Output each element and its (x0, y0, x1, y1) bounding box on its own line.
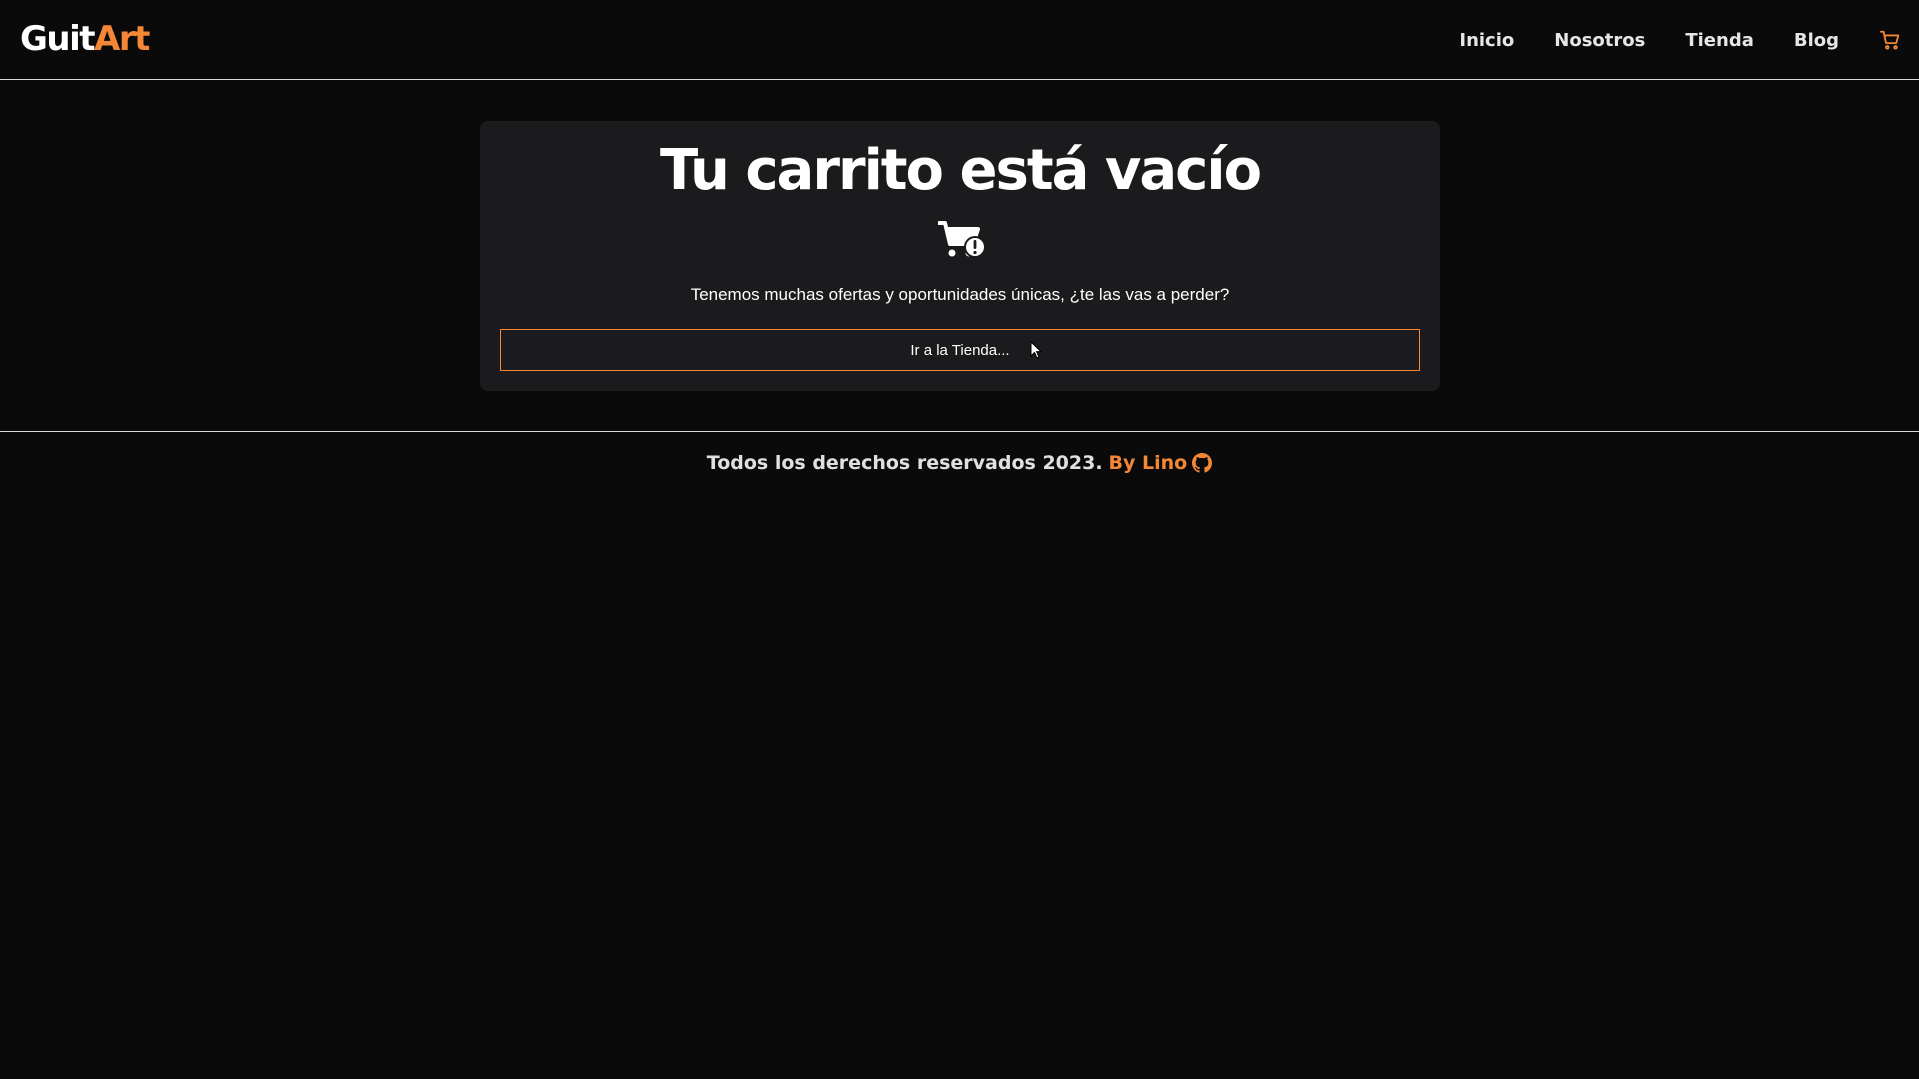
author-link[interactable]: By Lino (1109, 452, 1188, 474)
footer-text: Todos los derechos reservados 2023. By L… (0, 452, 1919, 474)
site-footer: Todos los derechos reservados 2023. By L… (0, 431, 1919, 491)
logo-text-art: Art (94, 19, 150, 59)
github-icon[interactable] (1192, 453, 1213, 473)
main-nav: Inicio Nosotros Tienda Blog (1459, 0, 1919, 80)
mouse-pointer-icon (1030, 341, 1042, 359)
copyright-text: Todos los derechos reservados 2023. (706, 452, 1103, 474)
cart-warning-icon (938, 221, 986, 258)
empty-cart-card: Tu carrito está vacío Tenemos muchas ofe… (480, 121, 1440, 391)
go-to-shop-button[interactable]: Ir a la Tienda... (500, 329, 1420, 371)
go-to-shop-label: Ir a la Tienda... (910, 341, 1010, 359)
nav-link-blog[interactable]: Blog (1794, 30, 1839, 51)
nav-link-tienda[interactable]: Tienda (1685, 30, 1754, 51)
nav-link-inicio[interactable]: Inicio (1459, 30, 1514, 51)
logo[interactable]: GuitArt (20, 17, 150, 61)
empty-cart-title: Tu carrito está vacío (659, 138, 1262, 203)
logo-text-guit: Guit (20, 19, 96, 59)
cart-icon[interactable] (1879, 29, 1901, 51)
nav-link-nosotros[interactable]: Nosotros (1554, 30, 1645, 51)
site-header: GuitArt Inicio Nosotros Tienda Blog (0, 0, 1919, 80)
empty-cart-message: Tenemos muchas ofertas y oportunidades ú… (690, 285, 1230, 304)
